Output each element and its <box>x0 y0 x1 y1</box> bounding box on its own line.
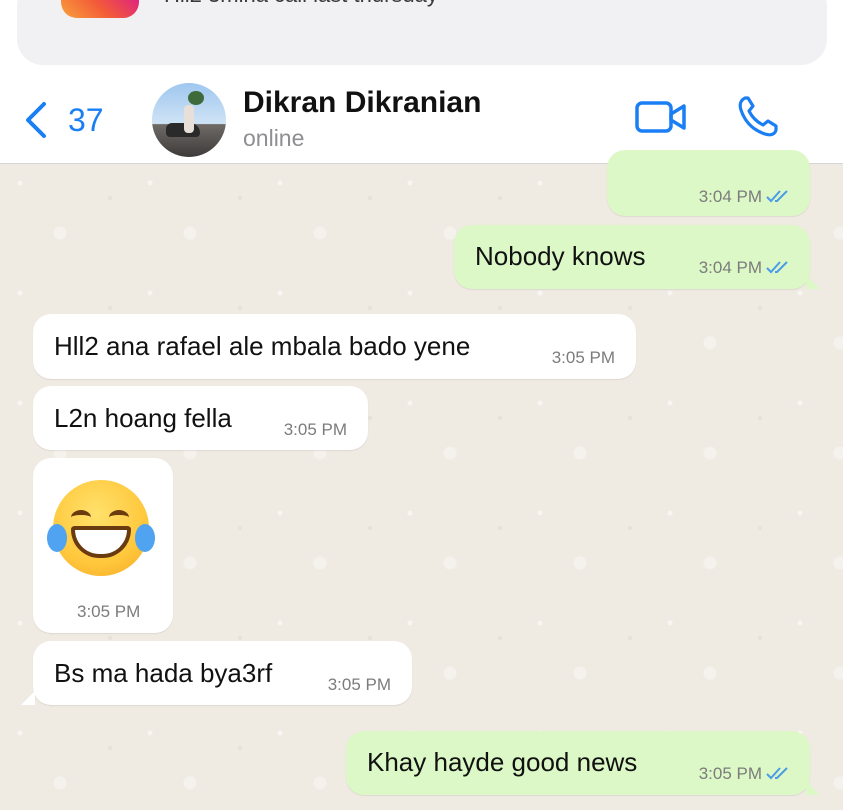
contact-name[interactable]: Dikran Dikranian <box>243 86 481 120</box>
message-bubble-incoming[interactable]: Bs ma hada bya3rf 3:05 PM <box>33 641 412 705</box>
instagram-icon <box>61 0 139 18</box>
message-time: 3:05 PM <box>283 420 347 439</box>
message-time: 3:04 PM <box>698 187 762 206</box>
message-bubble-incoming[interactable]: L2n hoang fella 3:05 PM <box>33 386 368 450</box>
message-time: 3:05 PM <box>327 675 391 694</box>
phone-icon[interactable] <box>735 94 779 138</box>
unread-count: 37 <box>68 101 104 138</box>
back-button[interactable]: 37 <box>22 100 104 140</box>
message-bubble-incoming[interactable]: Hll2 ana rafael ale mbala bado yene 3:05… <box>33 314 636 379</box>
chevron-left-icon <box>26 102 46 138</box>
read-receipt-icon <box>766 261 788 274</box>
message-text: Khay hayde good news <box>367 747 638 777</box>
message-bubble-incoming[interactable]: 3:05 PM <box>33 458 173 633</box>
tears-of-joy-emoji <box>47 480 155 576</box>
message-bubble-outgoing[interactable]: 3:04 PM <box>607 150 810 216</box>
message-bubble-outgoing[interactable]: Khay hayde good news 3:05 PM <box>346 731 810 795</box>
notification-text: Hll2 3mlna call last thursday <box>164 0 438 8</box>
message-time: 3:05 PM <box>551 348 615 367</box>
message-bubble-outgoing[interactable]: Nobody knows 3:04 PM <box>454 225 810 289</box>
message-text: Bs ma hada bya3rf <box>54 658 273 688</box>
notification-banner[interactable]: Hll2 3mlna call last thursday <box>17 0 827 65</box>
video-camera-icon[interactable] <box>634 98 688 136</box>
message-time: 3:05 PM <box>698 764 762 783</box>
message-time: 3:04 PM <box>698 258 762 277</box>
bubble-tail <box>21 691 35 705</box>
contact-status: online <box>243 125 305 151</box>
message-text: L2n hoang fella <box>54 403 232 433</box>
message-text: Nobody knows <box>475 241 646 271</box>
bubble-tail <box>806 781 820 795</box>
read-receipt-icon <box>766 767 788 780</box>
message-time: 3:05 PM <box>77 602 141 621</box>
avatar[interactable] <box>152 83 226 157</box>
message-text: Hll2 ana rafael ale mbala bado yene <box>54 331 471 361</box>
read-receipt-icon <box>766 190 788 203</box>
bubble-tail <box>806 275 820 289</box>
